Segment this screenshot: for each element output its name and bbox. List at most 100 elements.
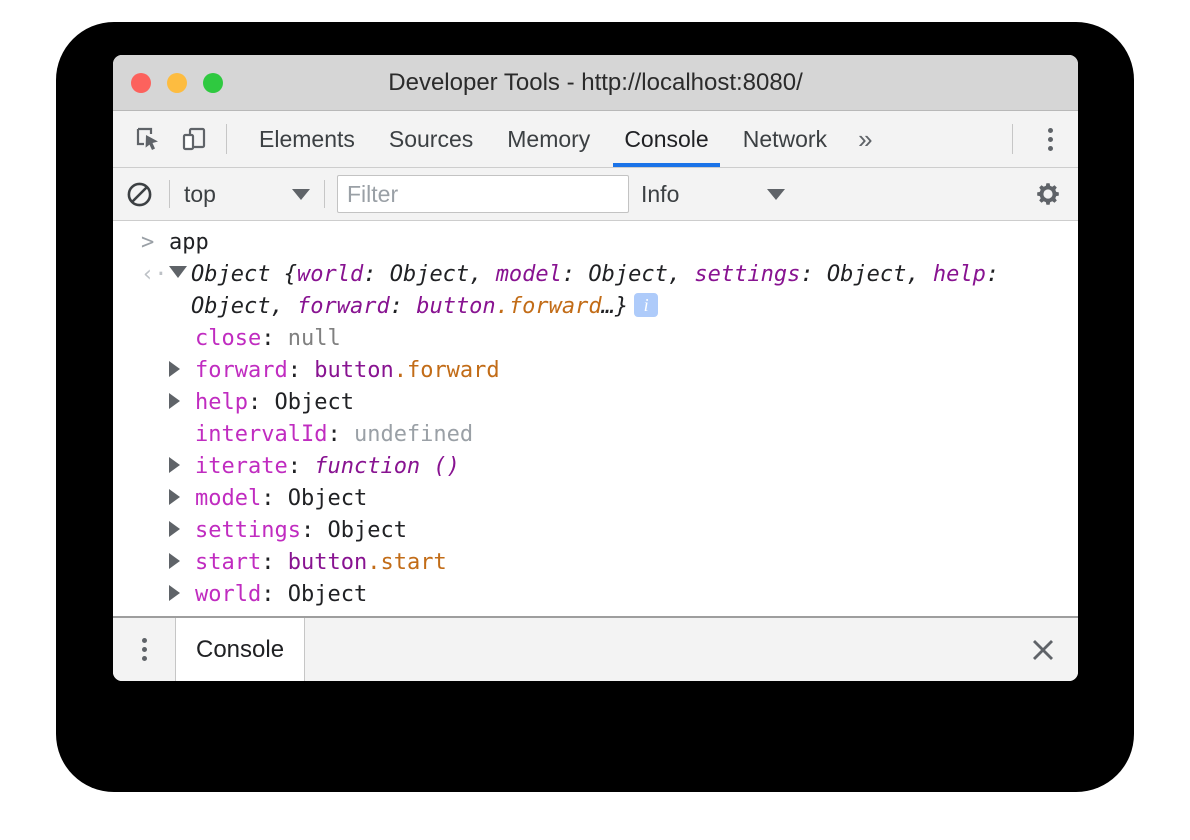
object-preview[interactable]: Object {world: Object, model: Object, se…	[191, 259, 1078, 323]
triangle-right-icon	[169, 553, 180, 569]
tab-label: Elements	[259, 126, 355, 153]
property-name: forward	[195, 358, 288, 383]
property-value: Object	[274, 390, 353, 415]
object-property-row[interactable]: iterate: function ()	[113, 451, 1078, 483]
expand-property-toggle[interactable]	[169, 483, 195, 515]
property-value: null	[288, 326, 341, 351]
execution-context-select[interactable]: top	[174, 181, 320, 208]
preview-token: ,	[270, 294, 297, 319]
preview-token: settings	[694, 262, 800, 287]
object-property-row[interactable]: settings: Object	[113, 515, 1078, 547]
kebab-menu-icon[interactable]	[1022, 111, 1078, 167]
expand-object-toggle[interactable]	[169, 259, 191, 291]
expand-property-toggle[interactable]	[169, 387, 195, 419]
expand-property-toggle[interactable]	[169, 579, 195, 611]
maximize-window-button[interactable]	[203, 73, 223, 93]
log-level-value: Info	[641, 181, 767, 208]
clear-console-icon[interactable]	[113, 181, 165, 208]
triangle-right-icon	[169, 585, 180, 601]
property-content: forward: button.forward	[195, 355, 1078, 387]
object-property-row[interactable]: model: Object	[113, 483, 1078, 515]
property-content: start: button.start	[195, 547, 1078, 579]
kebab-menu-icon[interactable]	[113, 618, 175, 681]
object-property-row[interactable]: start: button.start	[113, 547, 1078, 579]
console-output[interactable]: > app ‹· Object {world: Object, model: O…	[113, 221, 1078, 616]
object-property-row[interactable]: intervalId: undefined	[113, 419, 1078, 451]
preview-token: ,	[668, 262, 695, 287]
expand-property-toggle[interactable]	[169, 547, 195, 579]
preview-token: forward	[509, 294, 602, 319]
inspect-element-icon[interactable]	[125, 111, 171, 167]
minimize-window-button[interactable]	[167, 73, 187, 93]
execution-context-value: top	[184, 181, 292, 208]
property-name: intervalId	[195, 422, 327, 447]
property-content: __proto__: Object	[195, 611, 1078, 616]
expand-property-toggle[interactable]	[169, 515, 195, 547]
expand-property-toggle[interactable]	[169, 451, 195, 483]
object-property-row[interactable]: close: null	[113, 323, 1078, 355]
property-separator: :	[288, 454, 315, 479]
log-level-select[interactable]: Info	[641, 181, 785, 208]
property-value: undefined	[354, 422, 473, 447]
object-property-row[interactable]: world: Object	[113, 579, 1078, 611]
preview-token: ,	[469, 262, 496, 287]
object-property-row[interactable]: help: Object	[113, 387, 1078, 419]
tab-label: Console	[624, 126, 708, 153]
close-window-button[interactable]	[131, 73, 151, 93]
property-value: Object	[327, 518, 406, 543]
object-property-row[interactable]: __proto__: Object	[113, 611, 1078, 616]
window-titlebar: Developer Tools - http://localhost:8080/	[113, 55, 1078, 111]
close-icon[interactable]	[1008, 618, 1078, 681]
property-separator: :	[261, 326, 288, 351]
tab-network[interactable]: Network	[726, 111, 844, 167]
toolbar-divider	[226, 124, 227, 154]
triangle-right-icon	[169, 393, 180, 409]
preview-token: {	[284, 262, 297, 287]
preview-token: button	[416, 294, 495, 319]
console-drawer: Console	[113, 616, 1078, 681]
preview-token: .	[496, 294, 509, 319]
tab-elements[interactable]: Elements	[242, 111, 372, 167]
drawer-tab-label: Console	[196, 636, 284, 664]
tab-sources[interactable]: Sources	[372, 111, 490, 167]
object-preview-tokens: Object {world: Object, model: Object, se…	[191, 262, 999, 319]
preview-token: :	[986, 262, 999, 287]
kebab-dots	[142, 638, 147, 661]
preview-token: :	[800, 262, 827, 287]
tab-memory[interactable]: Memory	[490, 111, 607, 167]
device-toolbar-icon[interactable]	[171, 111, 217, 167]
window-title: Developer Tools - http://localhost:8080/	[113, 69, 1078, 97]
preview-token: forward	[297, 294, 390, 319]
expand-property-toggle[interactable]	[169, 355, 195, 387]
preview-token: :	[390, 294, 417, 319]
gear-icon[interactable]	[1018, 179, 1078, 209]
property-name: __proto__	[195, 614, 314, 616]
tab-overflow-button[interactable]: »	[844, 111, 886, 167]
kebab-dots	[1048, 128, 1053, 151]
triangle-right-icon	[169, 521, 180, 537]
preview-token: :	[562, 262, 589, 287]
property-value-object: button	[314, 358, 393, 383]
property-content: iterate: function ()	[195, 451, 1078, 483]
property-name: start	[195, 550, 261, 575]
expand-property-toggle[interactable]	[169, 611, 195, 616]
property-value: button.forward	[314, 358, 499, 383]
filter-input[interactable]: Filter	[337, 175, 629, 213]
property-content: world: Object	[195, 579, 1078, 611]
property-separator: :	[261, 582, 288, 607]
preview-token: Object	[827, 262, 906, 287]
preview-token: Object	[588, 262, 667, 287]
drawer-tab-console[interactable]: Console	[175, 618, 305, 681]
preview-token: Object	[390, 262, 469, 287]
preview-token: :	[363, 262, 390, 287]
tab-label: Network	[743, 126, 827, 153]
property-value: Object	[288, 582, 367, 607]
info-badge[interactable]: i	[634, 293, 658, 317]
filter-placeholder: Filter	[347, 181, 398, 208]
object-property-row[interactable]: forward: button.forward	[113, 355, 1078, 387]
console-result-row: ‹· Object {world: Object, model: Object,…	[113, 259, 1078, 323]
preview-token: ,	[906, 262, 933, 287]
tab-console[interactable]: Console	[607, 111, 725, 167]
triangle-right-icon	[169, 457, 180, 473]
preview-token: help	[933, 262, 986, 287]
